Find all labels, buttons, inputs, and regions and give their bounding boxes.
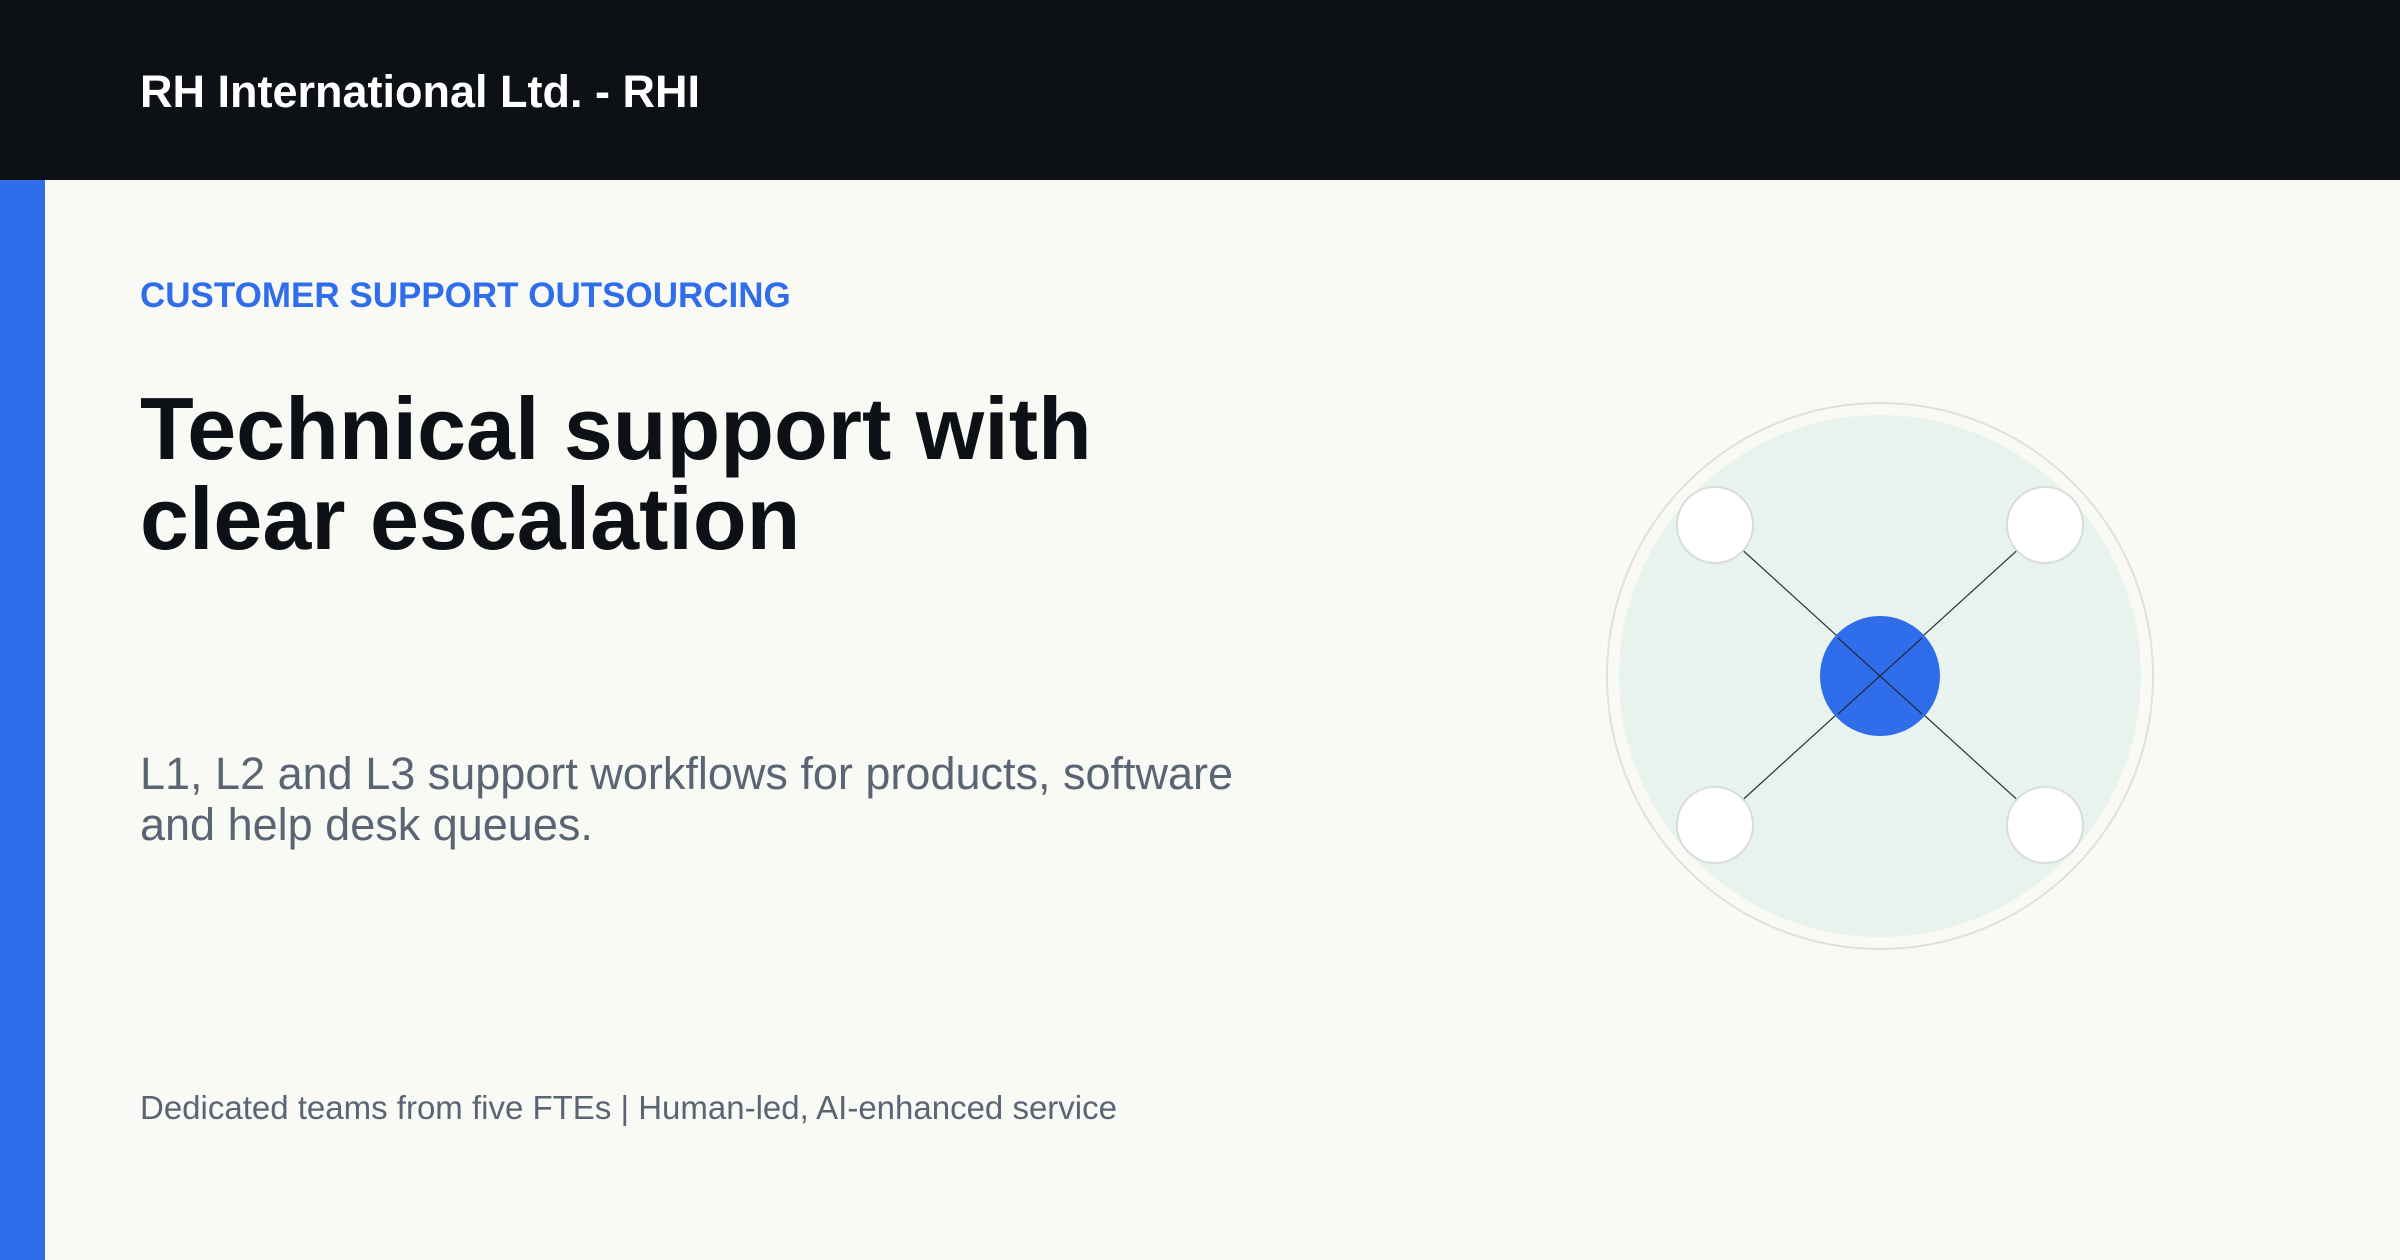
page-title-line-1: Technical support with xyxy=(140,379,1092,478)
page-subtitle-line-2: and help desk queues. xyxy=(140,799,593,850)
section-eyebrow: CUSTOMER SUPPORT OUTSOURCING xyxy=(140,276,791,315)
page-title-line-2: clear escalation xyxy=(140,469,801,568)
network-hub-illustration xyxy=(1606,402,2154,950)
accent-bar xyxy=(0,180,45,1260)
header-bar: RH International Ltd. - RHI xyxy=(0,0,2400,180)
outer-node-top-left xyxy=(1676,486,1754,564)
brand-title: RH International Ltd. - RHI xyxy=(140,66,700,117)
outer-node-bottom-right xyxy=(2006,786,2084,864)
outer-node-top-right xyxy=(2006,486,2084,564)
page-subtitle-line-1: L1, L2 and L3 support workflows for prod… xyxy=(140,748,1234,799)
outer-node-bottom-left xyxy=(1676,786,1754,864)
page-subtitle: L1, L2 and L3 support workflows for prod… xyxy=(140,748,1280,850)
page-title: Technical support with clear escalation xyxy=(140,384,1240,564)
footer-note: Dedicated teams from five FTEs | Human-l… xyxy=(140,1089,1117,1126)
